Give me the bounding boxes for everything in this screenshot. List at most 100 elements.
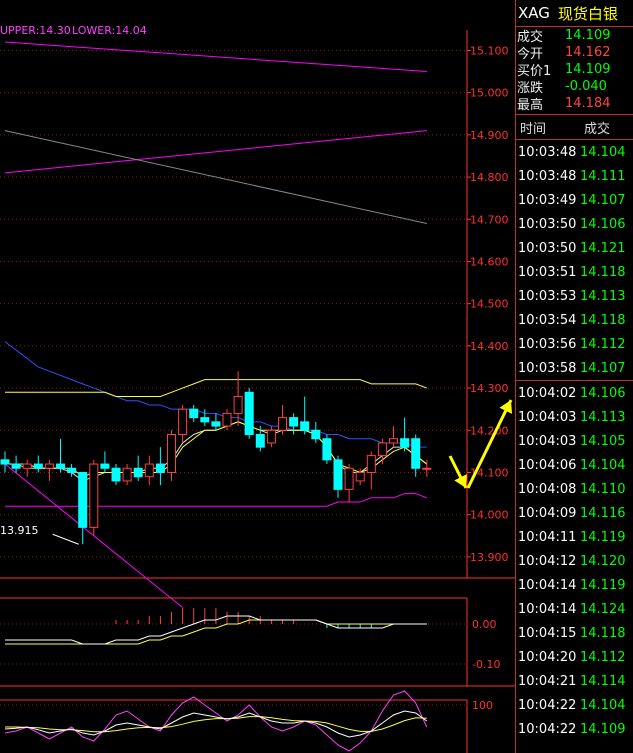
candle-body (266, 429, 276, 444)
tick-time: 10:03:53 (518, 288, 577, 304)
quote-value: -0.040 (565, 79, 607, 94)
tick-time: 10:04:06 (518, 457, 577, 473)
time-header: 时间 (520, 121, 547, 137)
candle-body (189, 408, 199, 419)
kdj-k-line (4, 710, 428, 738)
y-tick-label: 14.500 (470, 298, 509, 311)
tick-row: 10:04:20 14.112 (516, 645, 633, 669)
candle-body (389, 438, 398, 444)
tick-price: 14.118 (580, 312, 626, 328)
candle-body (211, 421, 221, 427)
candle-body (133, 467, 143, 478)
candle-body (377, 442, 387, 457)
tick-time: 10:04:22 (518, 697, 577, 713)
quote-value: 14.109 (565, 62, 611, 77)
candle-body (44, 463, 54, 469)
candle-body (167, 434, 176, 473)
candle-body (300, 421, 310, 431)
macd-panel: 0.00 -0.10 (0, 597, 515, 687)
tick-row: 10:03:50 14.121 (516, 236, 633, 260)
tick-price: 14.107 (580, 192, 626, 208)
tick-price: 14.118 (580, 625, 626, 641)
symbol-name: 现货白银 (557, 4, 618, 23)
tick-row: 10:04:12 14.120 (516, 549, 633, 573)
candle-body (422, 467, 432, 470)
lower-band-line (5, 493, 427, 507)
tick-time: 10:04:20 (518, 649, 577, 665)
candle-body (289, 417, 299, 427)
price-panel: UPPER:14.30 LOWER:14.04 15.100 15.000 14.9… (0, 24, 515, 608)
chart-area[interactable]: UPPER:14.30 LOWER:14.04 15.100 15.000 14.9… (0, 0, 515, 753)
low-marker-line (52, 533, 79, 545)
tick-price: 14.110 (580, 481, 626, 497)
tick-time: 10:03:51 (518, 264, 577, 280)
tick-price: 14.124 (580, 601, 626, 617)
quote-value: 14.184 (565, 96, 611, 111)
y-tick-label: 14.900 (470, 129, 509, 142)
y-tick-label: 14.200 (470, 424, 509, 437)
tick-price: 14.116 (580, 505, 626, 521)
candle-body (400, 438, 410, 448)
tick-time: 10:04:15 (518, 625, 577, 641)
quote-sidebar: XAG 现货白银 成交 14.109 今开 14.162 买价1 14.109 涨跌 -0.0… (515, 0, 633, 753)
tick-price: 14.104 (580, 697, 626, 713)
tick-row: 10:04:06 14.104 (516, 453, 633, 477)
tick-row: 10:04:02 14.106 (516, 380, 633, 405)
quote-value: 14.109 (565, 28, 611, 43)
tick-row: 10:03:53 14.113 (516, 284, 633, 308)
candle-body (78, 471, 88, 528)
tick-row: 10:03:56 14.112 (516, 332, 633, 356)
tick-row: 10:04:09 14.116 (516, 501, 633, 525)
candle-body (100, 463, 110, 469)
tick-table[interactable]: 10:03:48 14.104 10:03:48 14.111 10:03:49 14.1… (516, 140, 633, 741)
tick-row: 10:03:51 14.118 (516, 260, 633, 284)
y-tick-label: 15.000 (470, 87, 509, 100)
candle-body (11, 463, 21, 469)
tick-row: 10:03:48 14.111 (516, 164, 633, 188)
macd-tick-label: 0.00 (472, 618, 497, 631)
tick-price: 14.120 (580, 553, 626, 569)
trend-line (4, 130, 427, 174)
y-tick-label: 14.400 (470, 340, 509, 353)
y-tick-label: 15.100 (470, 44, 509, 57)
tick-price: 14.106 (580, 385, 626, 401)
low-marker-label: 13.915 (0, 524, 39, 537)
candle-body (200, 417, 210, 423)
tick-price: 14.118 (580, 264, 626, 280)
tick-price: 14.113 (580, 288, 626, 304)
tick-time: 10:04:14 (518, 601, 577, 617)
quote-row: 今开 14.162 (516, 44, 633, 62)
tick-price: 14.119 (580, 529, 626, 545)
quote-row: 最高 14.184 (516, 95, 633, 113)
quote-value: 14.162 (565, 45, 611, 60)
candle-body (344, 467, 354, 490)
candle-body (89, 463, 99, 528)
tick-time: 10:04:03 (518, 433, 577, 449)
quote-row: 涨跌 -0.040 (516, 78, 633, 96)
ma-blue-line (4, 341, 427, 448)
kdj-panel: 100 (0, 690, 493, 753)
tick-price: 14.121 (580, 240, 626, 256)
candle-body (67, 467, 77, 473)
symbol-header[interactable]: XAG 现货白银 (516, 0, 633, 27)
symbol-code: XAG (518, 4, 550, 22)
tick-row: 10:03:58 14.107 (516, 356, 633, 380)
quote-label: 最高 (517, 98, 544, 113)
tick-price: 14.107 (580, 360, 626, 376)
macd-tick-label: -0.10 (472, 658, 500, 671)
candle-body (311, 429, 321, 440)
candle-body (0, 459, 10, 465)
candle-body (111, 467, 121, 482)
tick-time: 10:04:22 (518, 721, 577, 737)
tick-row: 10:04:21 14.114 (516, 669, 633, 693)
candle-body (366, 455, 376, 473)
trend-line (4, 41, 427, 73)
tick-row: 10:04:11 14.119 (516, 525, 633, 549)
tick-row: 10:04:14 14.119 (516, 573, 633, 597)
tick-time: 10:04:02 (518, 385, 577, 401)
tick-row: 10:03:48 14.104 (516, 140, 633, 164)
candle-body (33, 463, 43, 469)
tick-price: 14.109 (580, 721, 626, 737)
macd-dif-line (5, 615, 427, 645)
candle-body (222, 412, 232, 427)
